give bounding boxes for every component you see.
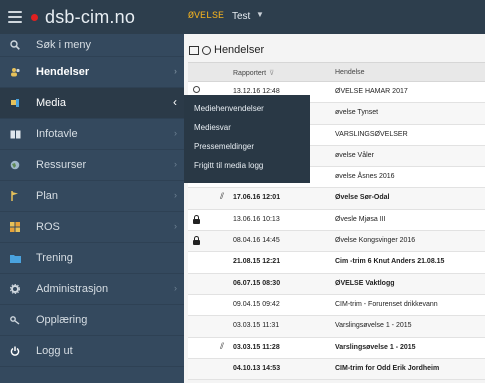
chevron-down-icon[interactable]: ▼: [256, 10, 264, 19]
panel-title: Hendelser: [189, 44, 264, 56]
sidebar-item-media[interactable]: Media ‹: [0, 88, 184, 119]
sidebar-item-administrasjon[interactable]: Administrasjon ›: [0, 274, 184, 305]
chevron-right-icon: ›: [174, 190, 177, 200]
folder-icon: [9, 253, 21, 264]
chevron-right-icon: ›: [174, 159, 177, 169]
status-circle-icon: [193, 86, 200, 93]
hamburger-menu-icon[interactable]: [8, 11, 22, 23]
sidebar-item-plan[interactable]: Plan ›: [0, 181, 184, 212]
key-icon: [9, 315, 21, 326]
sidebar-item-label: Infotavle: [36, 128, 78, 140]
power-icon: [9, 346, 21, 357]
sidebar-item-logg-ut[interactable]: Logg ut: [0, 336, 184, 367]
lock-icon: [193, 214, 200, 224]
globe-icon: [202, 45, 211, 55]
table-row[interactable]: 09.04.15 09:42 CIM-trim - Forurenset dri…: [188, 294, 485, 317]
brand-title: dsb-cim.no: [45, 6, 136, 27]
sidebar-item-label: Hendelser: [36, 66, 90, 78]
table-row[interactable]: 13.06.16 10:13 Øvesle Mjøsa III: [188, 209, 485, 232]
table-row[interactable]: 03.03.15 11:31 Varslingsøvelse 1 - 2015: [188, 316, 485, 338]
sort-icon[interactable]: ⊽: [269, 70, 274, 77]
sidebar-item-label: ROS: [36, 221, 60, 233]
mode-label: ØVELSE: [188, 11, 225, 22]
sidebar-item-label: Logg ut: [36, 345, 73, 357]
sidebar-item-search[interactable]: Søk i meny: [0, 34, 184, 57]
sidebar-item-label: Søk i meny: [36, 39, 92, 51]
sidebar-item-label: Administrasjon: [36, 283, 109, 295]
table-row[interactable]: ⫽ 17.06.16 12:01 Øvelse Sør-Odal: [188, 188, 485, 210]
sidebar-item-opplaering[interactable]: Opplæring: [0, 305, 184, 336]
sidebar-item-infotavle[interactable]: Infotavle ›: [0, 119, 184, 150]
paperclip-icon: ⫽: [220, 191, 225, 202]
media-submenu: Mediehenvendelser Mediesvar Pressemeldin…: [184, 95, 310, 183]
sidebar-item-ressurser[interactable]: Ressurser ›: [0, 150, 184, 181]
board-icon: [9, 129, 21, 140]
sidebar-item-label: Opplæring: [36, 314, 88, 326]
globe-icon: [9, 160, 21, 171]
chevron-left-icon: ‹: [173, 95, 177, 109]
submenu-item-frigitt-til-media-logg[interactable]: Frigitt til media logg: [184, 156, 310, 175]
brand-logo-dot: [31, 13, 38, 21]
paperclip-icon: ⫽: [220, 340, 225, 351]
users-icon: [9, 67, 21, 78]
search-icon: [9, 40, 21, 51]
panel-title-text: Hendelser: [214, 44, 265, 56]
megaphone-icon: [9, 98, 21, 109]
sidebar: Søk i meny Hendelser › Media ‹ Infotavle…: [0, 34, 184, 383]
sidebar-item-label: Ressurser: [36, 159, 87, 171]
environment-selector[interactable]: Test: [232, 11, 250, 22]
table-row[interactable]: 04.10.13 14:53 CIM-trim for Odd Erik Jor…: [188, 358, 485, 381]
sidebar-item-trening[interactable]: Trening: [0, 243, 184, 274]
table-header: Rapportert ⊽ Hendelse: [188, 62, 485, 82]
table-row[interactable]: 06.07.15 08:30 ØVELSE Vaktlogg: [188, 273, 485, 295]
gear-icon: [9, 284, 21, 295]
sidebar-item-label: Plan: [36, 190, 59, 202]
column-header-event[interactable]: Hendelse: [335, 69, 365, 76]
lock-icon: [193, 236, 200, 246]
submenu-item-pressemeldinger[interactable]: Pressemeldinger: [184, 137, 310, 156]
table-row[interactable]: ⫽ 03.03.15 11:28 Varslingsøvelse 1 - 201…: [188, 337, 485, 359]
submenu-item-mediehenvendelser[interactable]: Mediehenvendelser: [184, 99, 310, 118]
main-content: Hendelser Rapportert ⊽ Hendelse 13.12.16 …: [184, 34, 485, 383]
column-header-reported[interactable]: Rapportert ⊽: [233, 69, 274, 77]
chevron-right-icon: ›: [174, 128, 177, 138]
submenu-item-mediesvar[interactable]: Mediesvar: [184, 118, 310, 137]
chevron-right-icon: ›: [174, 221, 177, 231]
chevron-right-icon: ›: [174, 66, 177, 76]
sidebar-item-label: Media: [36, 97, 66, 109]
table-row[interactable]: 21.08.15 12:21 Cim -trim 6 Knut Anders 2…: [188, 252, 485, 274]
sidebar-item-label: Trening: [36, 252, 73, 264]
grid-icon: [9, 222, 21, 233]
flag-icon: [9, 191, 21, 202]
sidebar-item-hendelser[interactable]: Hendelser ›: [0, 57, 184, 88]
window-icon: [189, 45, 199, 55]
chevron-right-icon: ›: [174, 283, 177, 293]
table-row[interactable]: 08.04.16 14:45 Øvelse Kongsvinger 2016: [188, 231, 485, 253]
sidebar-item-ros[interactable]: ROS ›: [0, 212, 184, 243]
